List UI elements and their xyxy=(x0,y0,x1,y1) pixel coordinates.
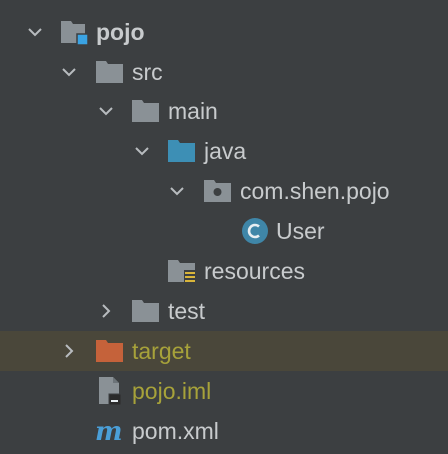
folder-icon xyxy=(95,57,125,87)
excluded-folder-icon xyxy=(95,336,125,366)
tree-item-main[interactable]: main xyxy=(0,91,448,131)
tree-item-label: pom.xml xyxy=(132,418,219,444)
tree-item-label: main xyxy=(168,98,218,124)
tree-item-com-shen-pojo[interactable]: com.shen.pojo xyxy=(0,171,448,211)
tree-item-label: java xyxy=(204,138,247,164)
chevron-down-icon[interactable] xyxy=(24,21,46,43)
tree-item-user[interactable]: User xyxy=(0,211,448,251)
chevron-down-icon[interactable] xyxy=(166,180,188,202)
maven-icon: m xyxy=(95,416,125,446)
iml-file-icon xyxy=(95,376,125,406)
tree-item-label: test xyxy=(168,298,206,324)
tree-item-java[interactable]: java xyxy=(0,131,448,171)
chevron-down-icon[interactable] xyxy=(58,61,80,83)
tree-item-pojo[interactable]: pojo xyxy=(0,12,448,52)
tree-item-pojo-iml[interactable]: pojo.iml xyxy=(0,371,448,411)
tree-item-pom-xml[interactable]: m pom.xml xyxy=(0,411,448,451)
chevron-down-icon[interactable] xyxy=(131,140,153,162)
resources-folder-icon xyxy=(167,256,197,286)
tree-item-resources[interactable]: resources xyxy=(0,251,448,291)
tree-item-src[interactable]: src xyxy=(0,52,448,92)
tree-item-label: pojo xyxy=(96,19,145,45)
chevron-right-icon[interactable] xyxy=(95,300,117,322)
chevron-right-icon[interactable] xyxy=(58,340,80,362)
tree-item-label: com.shen.pojo xyxy=(240,178,390,204)
folder-icon xyxy=(131,96,161,126)
tree-item-label: resources xyxy=(204,258,305,284)
folder-icon xyxy=(131,296,161,326)
partial-row-above xyxy=(0,0,448,6)
module-folder-icon xyxy=(60,17,90,47)
tree-item-label: pojo.iml xyxy=(132,378,212,404)
chevron-down-icon[interactable] xyxy=(95,100,117,122)
tree-item-label: src xyxy=(132,59,163,85)
svg-text:m: m xyxy=(95,417,123,446)
tree-item-test[interactable]: test xyxy=(0,291,448,331)
project-tree: pojo src main java com.shen.pojo User re… xyxy=(0,0,448,454)
java-class-icon xyxy=(240,216,270,246)
tree-item-label: target xyxy=(132,338,191,364)
tree-item-label: User xyxy=(276,218,325,244)
source-root-folder-icon xyxy=(167,136,197,166)
tree-item-target[interactable]: target xyxy=(0,331,448,371)
package-icon xyxy=(203,176,233,206)
